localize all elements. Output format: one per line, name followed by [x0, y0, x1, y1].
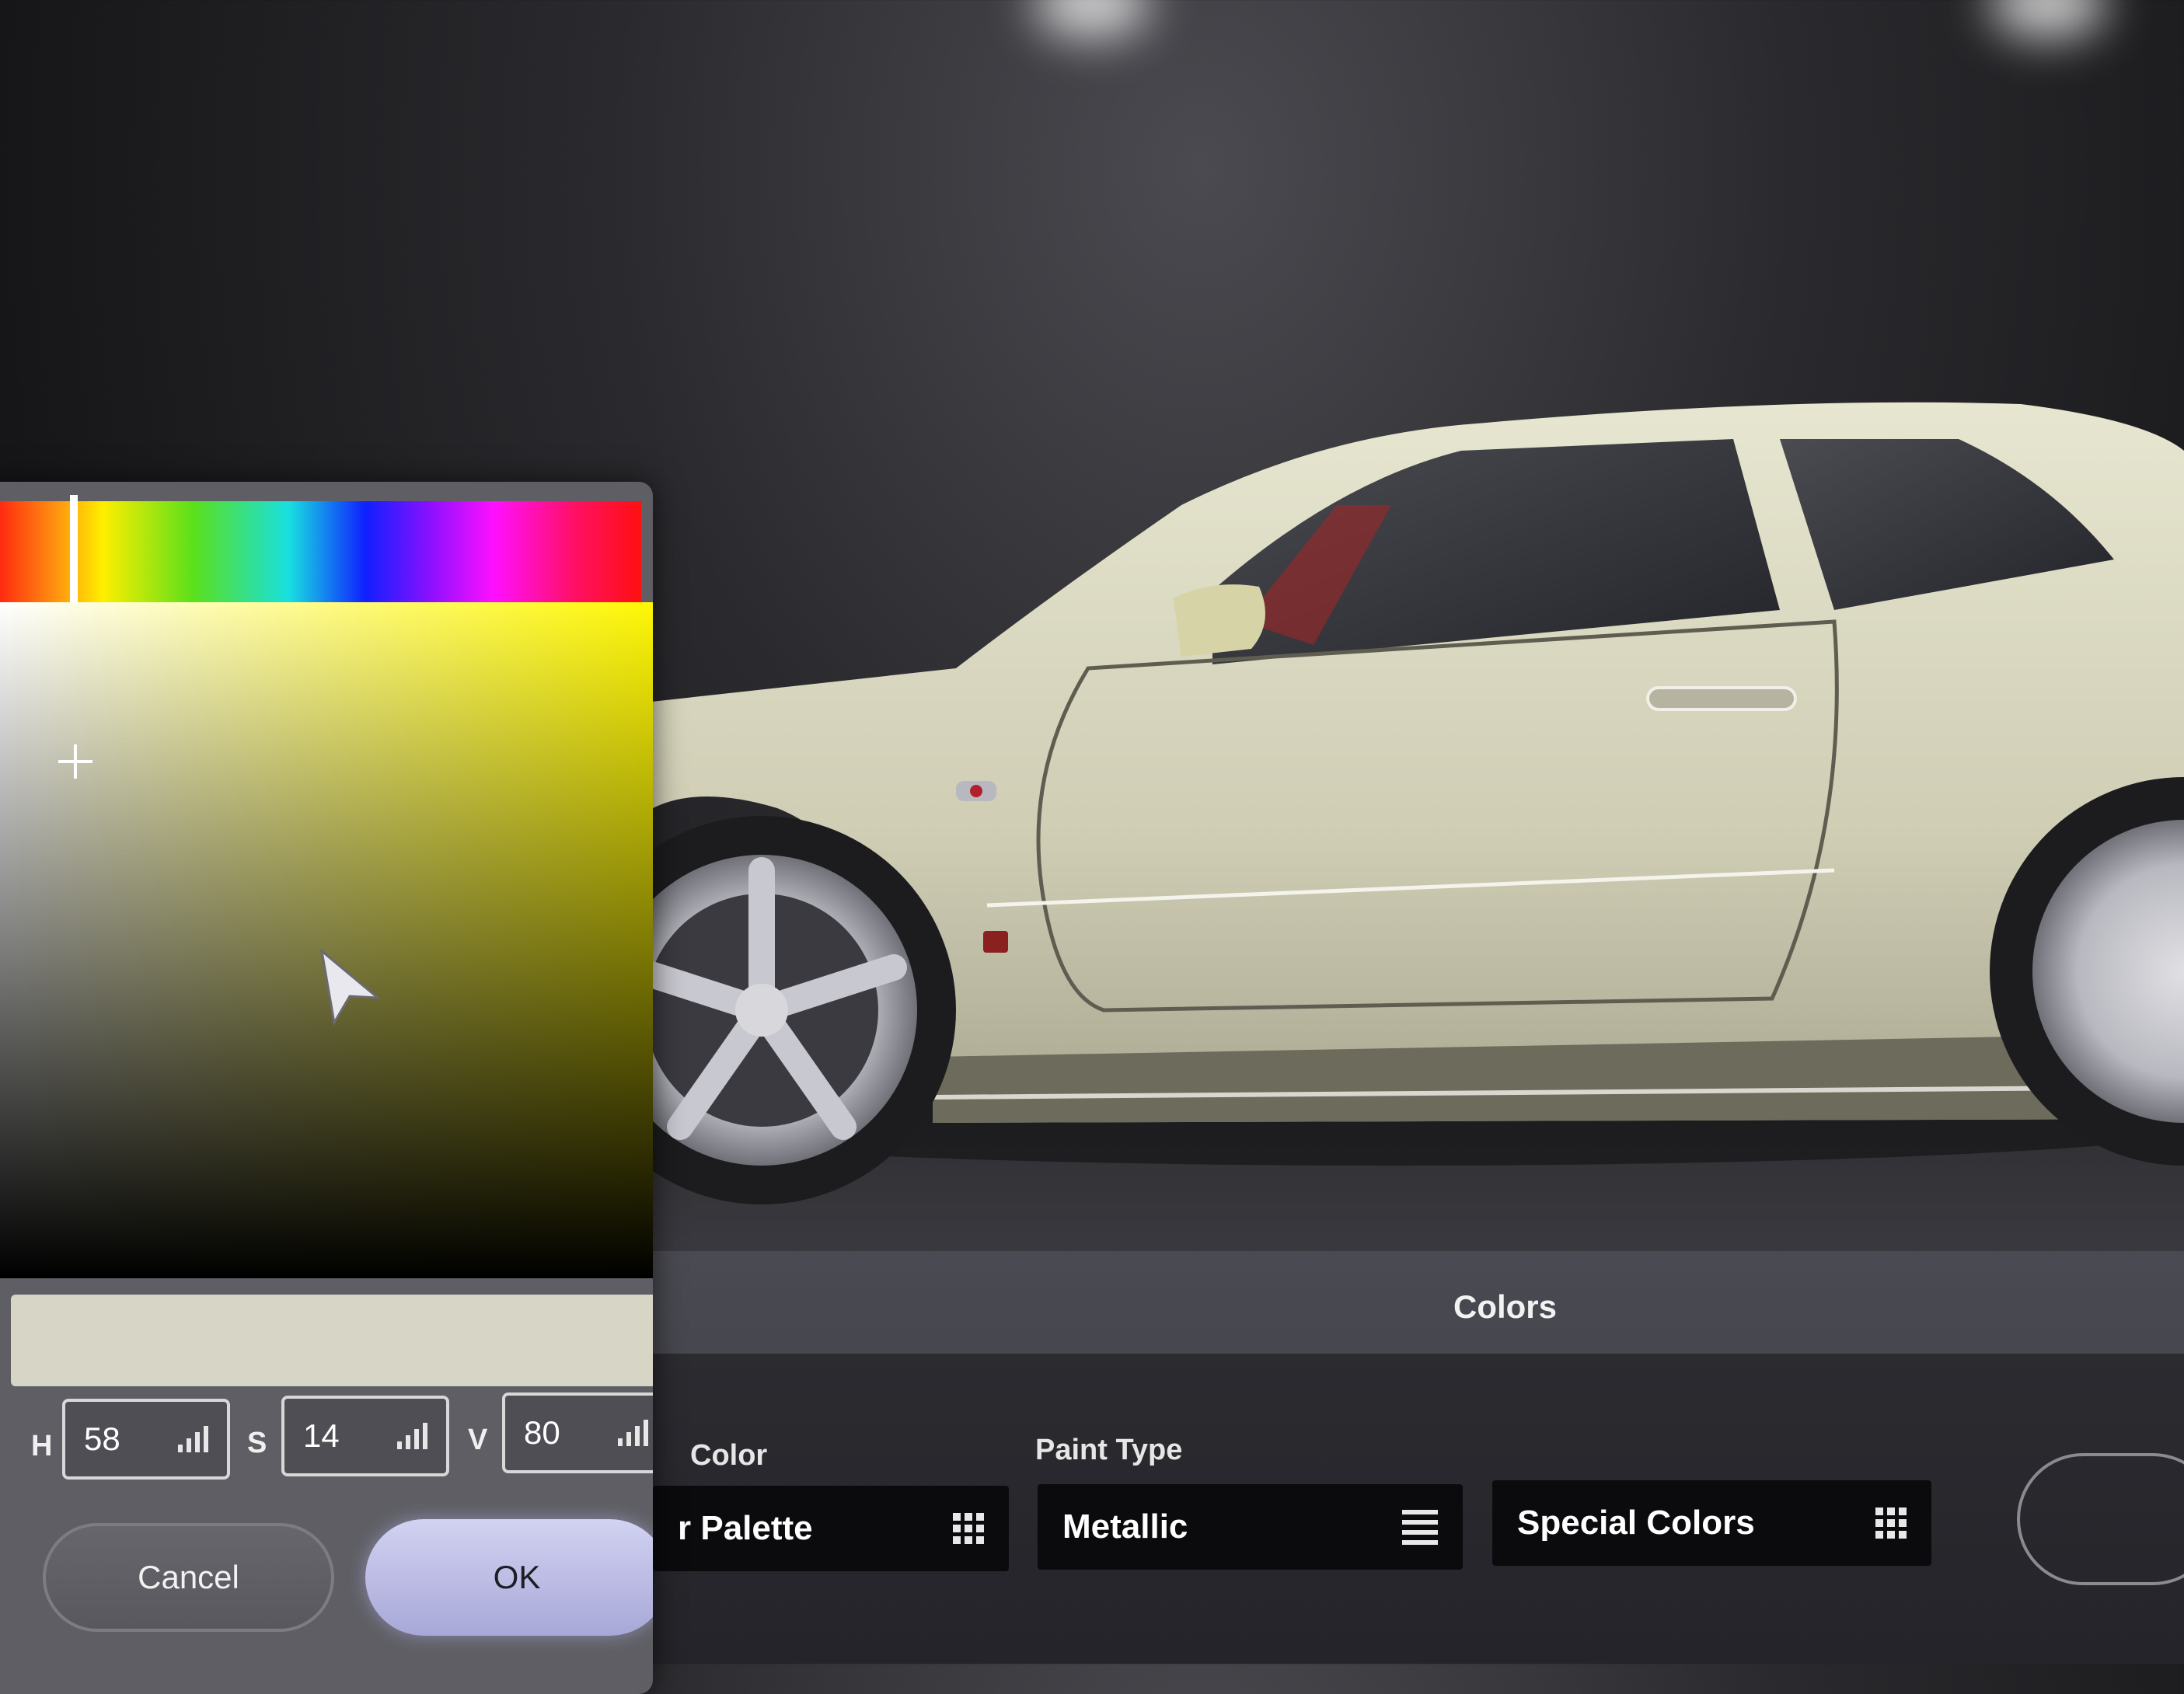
color-picker-dialog: H 58 S 14 V 80 Cancel OK	[0, 482, 653, 1694]
color-label: Color	[690, 1439, 768, 1472]
ok-button[interactable]: OK	[365, 1519, 653, 1636]
panel-title: Colors	[1453, 1288, 1558, 1325]
saturation-value-gradient	[0, 602, 653, 1278]
saturation-label: S	[247, 1427, 267, 1459]
special-colors-value: Special Colors	[1517, 1504, 1755, 1542]
grid-icon	[1875, 1508, 1907, 1539]
hue-input[interactable]: 58	[62, 1399, 230, 1480]
extra-option-button[interactable]	[2017, 1453, 2184, 1585]
hue-value: 58	[84, 1420, 120, 1457]
color-preview-swatch	[11, 1295, 653, 1386]
paint-type-value: Metallic	[1062, 1508, 1188, 1546]
saturation-value-field[interactable]	[0, 602, 653, 1278]
hue-label: H	[31, 1430, 53, 1462]
paint-type-select[interactable]: Metallic	[1038, 1484, 1463, 1570]
bars-icon	[397, 1423, 427, 1449]
special-colors-select[interactable]: Special Colors	[1492, 1480, 1931, 1566]
cancel-button[interactable]: Cancel	[43, 1523, 334, 1632]
color-palette-value: r Palette	[678, 1509, 813, 1547]
crosshair-icon	[58, 744, 92, 779]
grid-icon	[953, 1513, 984, 1544]
hue-slider-handle[interactable]	[70, 495, 78, 610]
value-input[interactable]: 80	[502, 1392, 653, 1473]
saturation-input[interactable]: 14	[281, 1396, 449, 1476]
value-value: 80	[524, 1414, 560, 1451]
color-palette-select[interactable]: r Palette	[653, 1486, 1009, 1571]
pointer-cursor-icon	[319, 948, 381, 1026]
bars-icon	[178, 1426, 208, 1452]
bars-icon	[618, 1420, 648, 1446]
list-icon	[1402, 1509, 1438, 1545]
saturation-value: 14	[303, 1417, 340, 1454]
paint-type-label: Paint Type	[1035, 1434, 1183, 1466]
hue-slider[interactable]	[0, 501, 641, 604]
value-label: V	[468, 1424, 488, 1456]
